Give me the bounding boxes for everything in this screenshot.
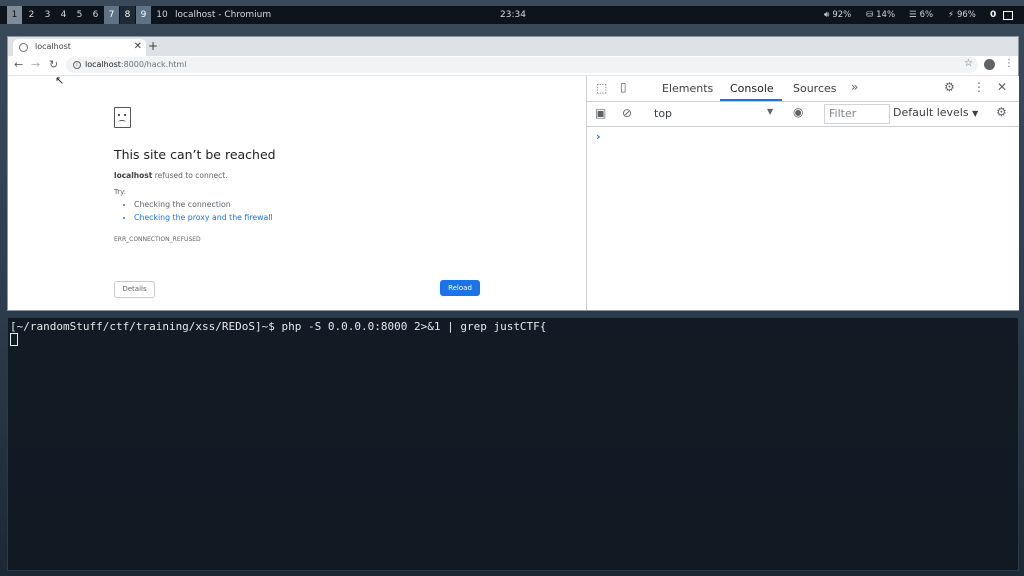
speaker-icon: 🔊︎ (824, 10, 830, 20)
chromium-window: localhost ✕ + ← → ↻ i localhost:8000/hac… (7, 36, 1019, 311)
tab-strip: localhost ✕ + (8, 37, 1018, 56)
reload-icon[interactable]: ↻ (49, 58, 58, 71)
suggestion-link[interactable]: Checking the proxy and the firewall (134, 211, 273, 224)
tab-title: localhost (35, 42, 71, 51)
terminal-window[interactable]: [~/randomStuff/ctf/training/xss/REDoS]~$… (7, 317, 1019, 571)
battery-charging-icon: ⚡ (948, 10, 954, 20)
sidebar-toggle-icon[interactable]: ▣ (595, 106, 606, 120)
memory-status: ☰ 6% (909, 6, 933, 24)
workspace-7[interactable]: 7 (104, 6, 119, 24)
devtools-menu-icon[interactable]: ⋮ (973, 80, 985, 94)
address-bar[interactable]: i localhost:8000/hack.html (66, 57, 978, 73)
bookmark-star-icon[interactable]: ☆ (964, 58, 973, 69)
device-toolbar-icon[interactable]: ▯ (620, 80, 627, 94)
workspace-3[interactable]: 3 (40, 6, 55, 24)
workspace-2[interactable]: 2 (24, 6, 39, 24)
close-tab-icon[interactable]: ✕ (134, 41, 142, 52)
eye-icon[interactable]: ◉ (793, 105, 803, 119)
settings-gear-icon[interactable]: ⚙ (944, 80, 955, 94)
battery-status: ⚡ 96% (948, 6, 976, 24)
menu-kebab-icon[interactable]: ⋮ (1004, 58, 1014, 69)
error-desc-text: refused to connect. (152, 171, 228, 180)
error-description: localhost refused to connect. (114, 171, 228, 180)
devtools-panel: ⬚ ▯ Elements Console Sources » ⚙ ⋮ ✕ ▣ ⊘… (586, 76, 1019, 310)
log-levels-label: Default levels (893, 106, 969, 119)
error-host: localhost (114, 171, 153, 180)
close-devtools-icon[interactable]: ✕ (997, 80, 1007, 94)
disk-icon: ⛁ (866, 10, 874, 20)
url-path: :8000/hack.html (120, 60, 187, 69)
tray-counter[interactable]: 0 (990, 8, 996, 22)
details-button[interactable]: Details (114, 281, 155, 298)
memory-icon: ☰ (909, 10, 917, 20)
tab-elements[interactable]: Elements (662, 82, 713, 95)
reload-button[interactable]: Reload (440, 280, 480, 296)
console-prompt[interactable]: › (596, 130, 601, 143)
window-title: localhost - Chromium (175, 10, 272, 20)
active-tab-indicator (720, 99, 782, 101)
workspace-10[interactable]: 10 (153, 6, 171, 24)
terminal-command-line: [~/randomStuff/ctf/training/xss/REDoS]~$… (10, 320, 547, 333)
log-levels-dropdown[interactable]: Default levels ▼ (893, 106, 978, 119)
status-bar: 1 2 3 4 5 6 7 8 9 10 localhost - Chromiu… (0, 6, 1024, 24)
console-toolbar: ▣ ⊘ top ▼ ◉ Filter Default levels ▼ ⚙ (587, 102, 1019, 127)
memory-value: 6% (919, 10, 934, 20)
info-icon[interactable]: i (73, 61, 81, 69)
browser-toolbar: ← → ↻ i localhost:8000/hack.html ☆ ⋮ (8, 56, 1018, 76)
workspace-5[interactable]: 5 (72, 6, 87, 24)
forward-icon[interactable]: → (31, 58, 40, 71)
suggestion-item: Checking the connection (134, 198, 273, 211)
filter-input[interactable]: Filter (824, 104, 890, 124)
chevron-down-icon: ▼ (972, 109, 979, 118)
try-label: Try: (114, 188, 127, 196)
battery-value: 96% (956, 10, 976, 20)
error-page: This site can’t be reached localhost ref… (8, 76, 586, 310)
workspace-4[interactable]: 4 (56, 6, 71, 24)
console-settings-gear-icon[interactable]: ⚙ (996, 105, 1007, 119)
devtools-tabbar: ⬚ ▯ Elements Console Sources » ⚙ ⋮ ✕ (587, 76, 1019, 102)
disk-value: 14% (876, 10, 896, 20)
globe-icon (19, 43, 28, 52)
context-selector[interactable]: top (654, 107, 672, 120)
new-tab-button[interactable]: + (148, 39, 158, 53)
sad-document-icon (114, 107, 131, 128)
disk-status: ⛁ 14% (866, 6, 895, 24)
volume-value: 92% (832, 10, 852, 20)
more-tabs-icon[interactable]: » (851, 80, 858, 94)
clock: 23:34 (500, 10, 526, 20)
error-code: ERR_CONNECTION_REFUSED (114, 236, 201, 243)
profile-icon[interactable] (984, 59, 995, 70)
chevron-down-icon[interactable]: ▼ (767, 107, 773, 116)
mouse-pointer-icon: ↖ (55, 74, 65, 87)
tray-window-icon[interactable] (1003, 11, 1013, 20)
error-title: This site can’t be reached (114, 147, 276, 162)
workspace-1[interactable]: 1 (7, 6, 22, 24)
workspace-9[interactable]: 9 (136, 6, 151, 24)
url-host: localhost (85, 60, 121, 69)
tab-console[interactable]: Console (730, 82, 774, 95)
suggestions-list: Checking the connection Checking the pro… (122, 198, 273, 224)
workspace-6[interactable]: 6 (88, 6, 103, 24)
back-icon[interactable]: ← (14, 58, 23, 71)
workspace-8[interactable]: 8 (120, 6, 135, 24)
terminal-cursor (10, 333, 18, 346)
volume-status: 🔊︎ 92% (824, 6, 851, 24)
inspect-element-icon[interactable]: ⬚ (596, 81, 607, 95)
url-text: localhost:8000/hack.html (85, 57, 186, 73)
clear-console-icon[interactable]: ⊘ (622, 106, 632, 120)
tab-sources[interactable]: Sources (793, 82, 837, 95)
tab-localhost[interactable]: localhost ✕ (13, 39, 146, 56)
